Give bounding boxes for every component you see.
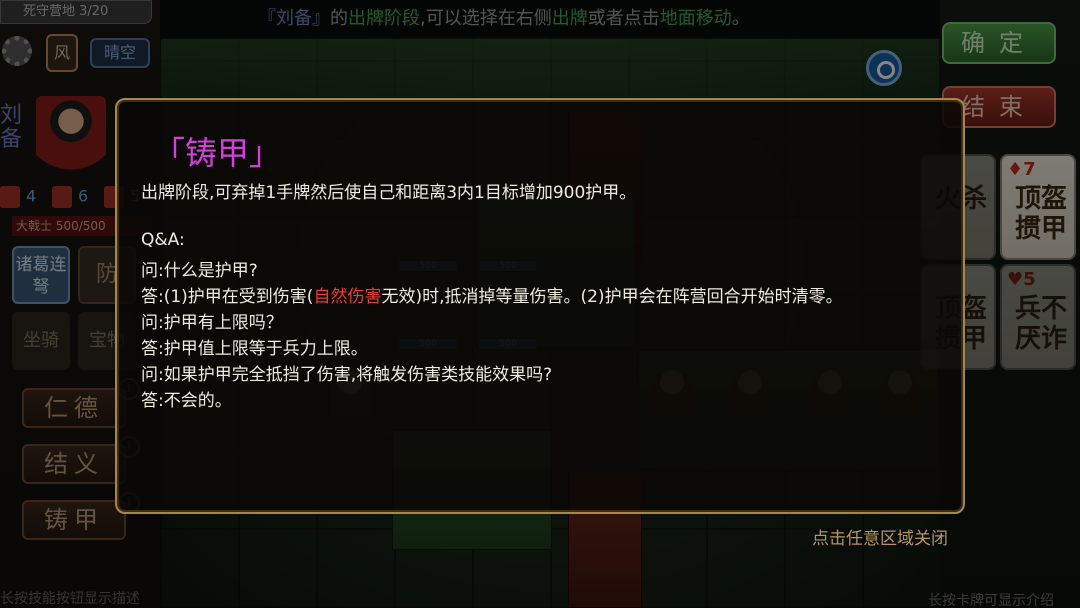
qa-answer-text: 答:(1)护甲在受到伤害( — [141, 287, 314, 307]
qa-answer-text: 无效)时,抵消掉等量伤害。(2)护甲会在阵营回合开始时清零。 — [381, 287, 843, 307]
qa-answer-highlight: 自然伤害 — [313, 287, 382, 307]
skill-detail-dialog: 「铸甲」 出牌阶段,可弃掉1手牌然后使自己和距离3内1目标增加900护甲。 Q&… — [115, 98, 965, 514]
dialog-title: 「铸甲」 — [153, 134, 282, 172]
qa-header: Q&A: — [141, 230, 185, 250]
qa-question: 问:护甲有上限吗？ — [141, 313, 283, 333]
qa-answer: 答:(1)护甲在受到伤害(自然伤害无效)时,抵消掉等量伤害。(2)护甲会在阵营回… — [141, 282, 843, 307]
skill-description: 出牌阶段,可弃掉1手牌然后使自己和距离3内1目标增加900护甲。 — [141, 183, 637, 203]
qa-question: 问:什么是护甲? — [141, 261, 258, 281]
close-hint[interactable]: 点击任意区域关闭 — [812, 524, 948, 549]
qa-answer: 答:护甲值上限等于兵力上限。 — [141, 339, 368, 359]
qa-answer: 答:不会的。 — [141, 391, 232, 411]
qa-question: 问:如果护甲完全抵挡了伤害,将触发伤害类技能效果吗? — [141, 365, 553, 385]
